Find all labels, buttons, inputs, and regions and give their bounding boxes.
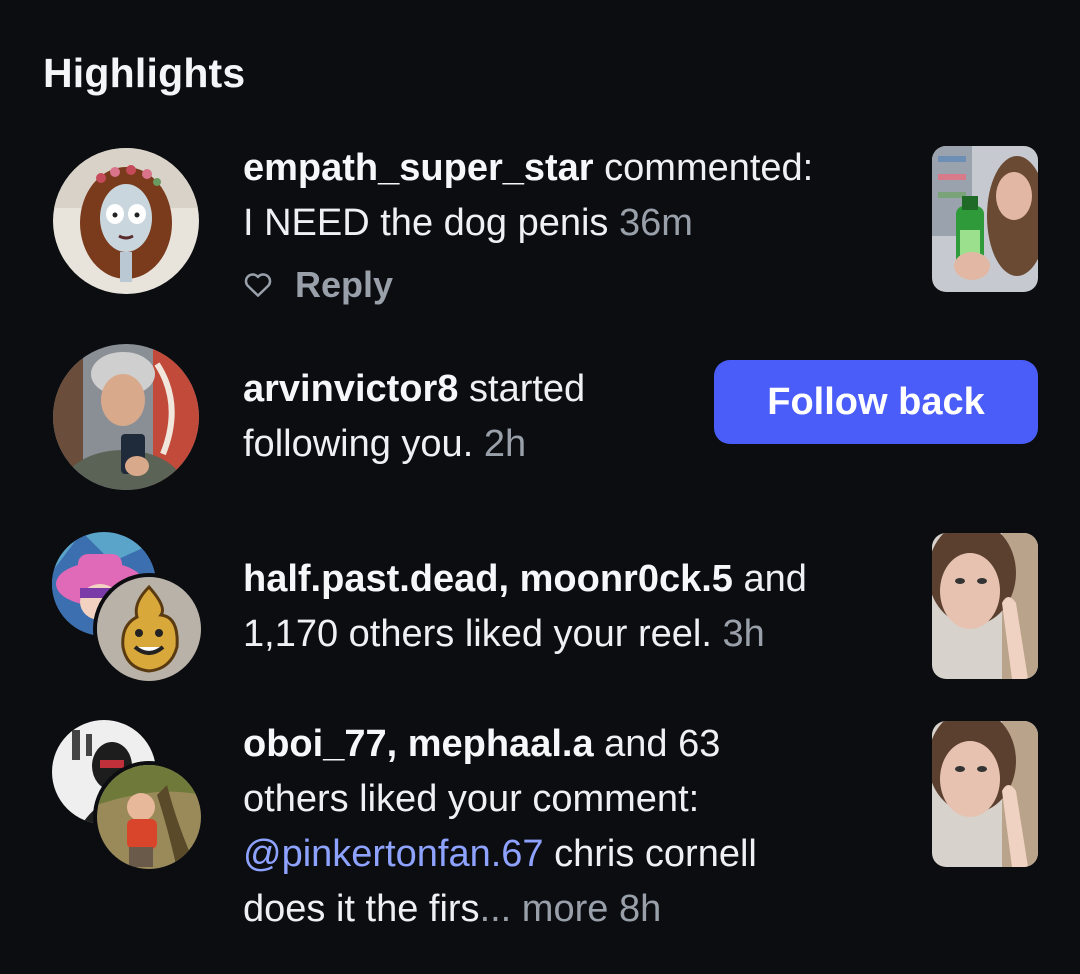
avatar[interactable] [93, 573, 205, 685]
post-thumbnail[interactable] [932, 146, 1038, 292]
reply-button[interactable]: Reply [295, 264, 393, 306]
username[interactable]: arvinvictor8 [243, 368, 458, 410]
mention-link[interactable]: @pinkertonfan.67 [243, 833, 544, 875]
timestamp: 3h [722, 613, 765, 655]
timestamp: 2h [483, 423, 527, 465]
usernames[interactable]: half.past.dead, moonr0ck.5 [243, 558, 733, 600]
comment-actions: Reply [243, 264, 393, 306]
comment-text: I NEED the dog penis [243, 202, 609, 244]
heart-outline-icon[interactable] [243, 270, 273, 300]
timestamp: 8h [618, 888, 662, 930]
follow-back-button[interactable]: Follow back [714, 360, 1038, 444]
username[interactable]: empath_super_star [243, 147, 594, 189]
notification-text: arvinvictor8 started following you. 2h [243, 368, 586, 465]
section-title: Highlights [43, 50, 246, 96]
avatar[interactable] [53, 148, 199, 294]
usernames[interactable]: oboi_77, mephaal.a [243, 723, 594, 765]
more-link[interactable]: ... more [480, 888, 609, 930]
notification-text: empath_super_star commented: I NEED the … [243, 147, 814, 244]
avatar[interactable] [53, 344, 199, 490]
avatar[interactable] [93, 761, 205, 873]
notification-text: oboi_77, mephaal.a and 63 others liked y… [243, 723, 757, 930]
timestamp: 36m [619, 202, 693, 244]
comment-thumbnail[interactable] [932, 721, 1038, 867]
notification-text: half.past.dead, moonr0ck.5 and 1,170 oth… [243, 558, 807, 655]
reel-thumbnail[interactable] [932, 533, 1038, 679]
